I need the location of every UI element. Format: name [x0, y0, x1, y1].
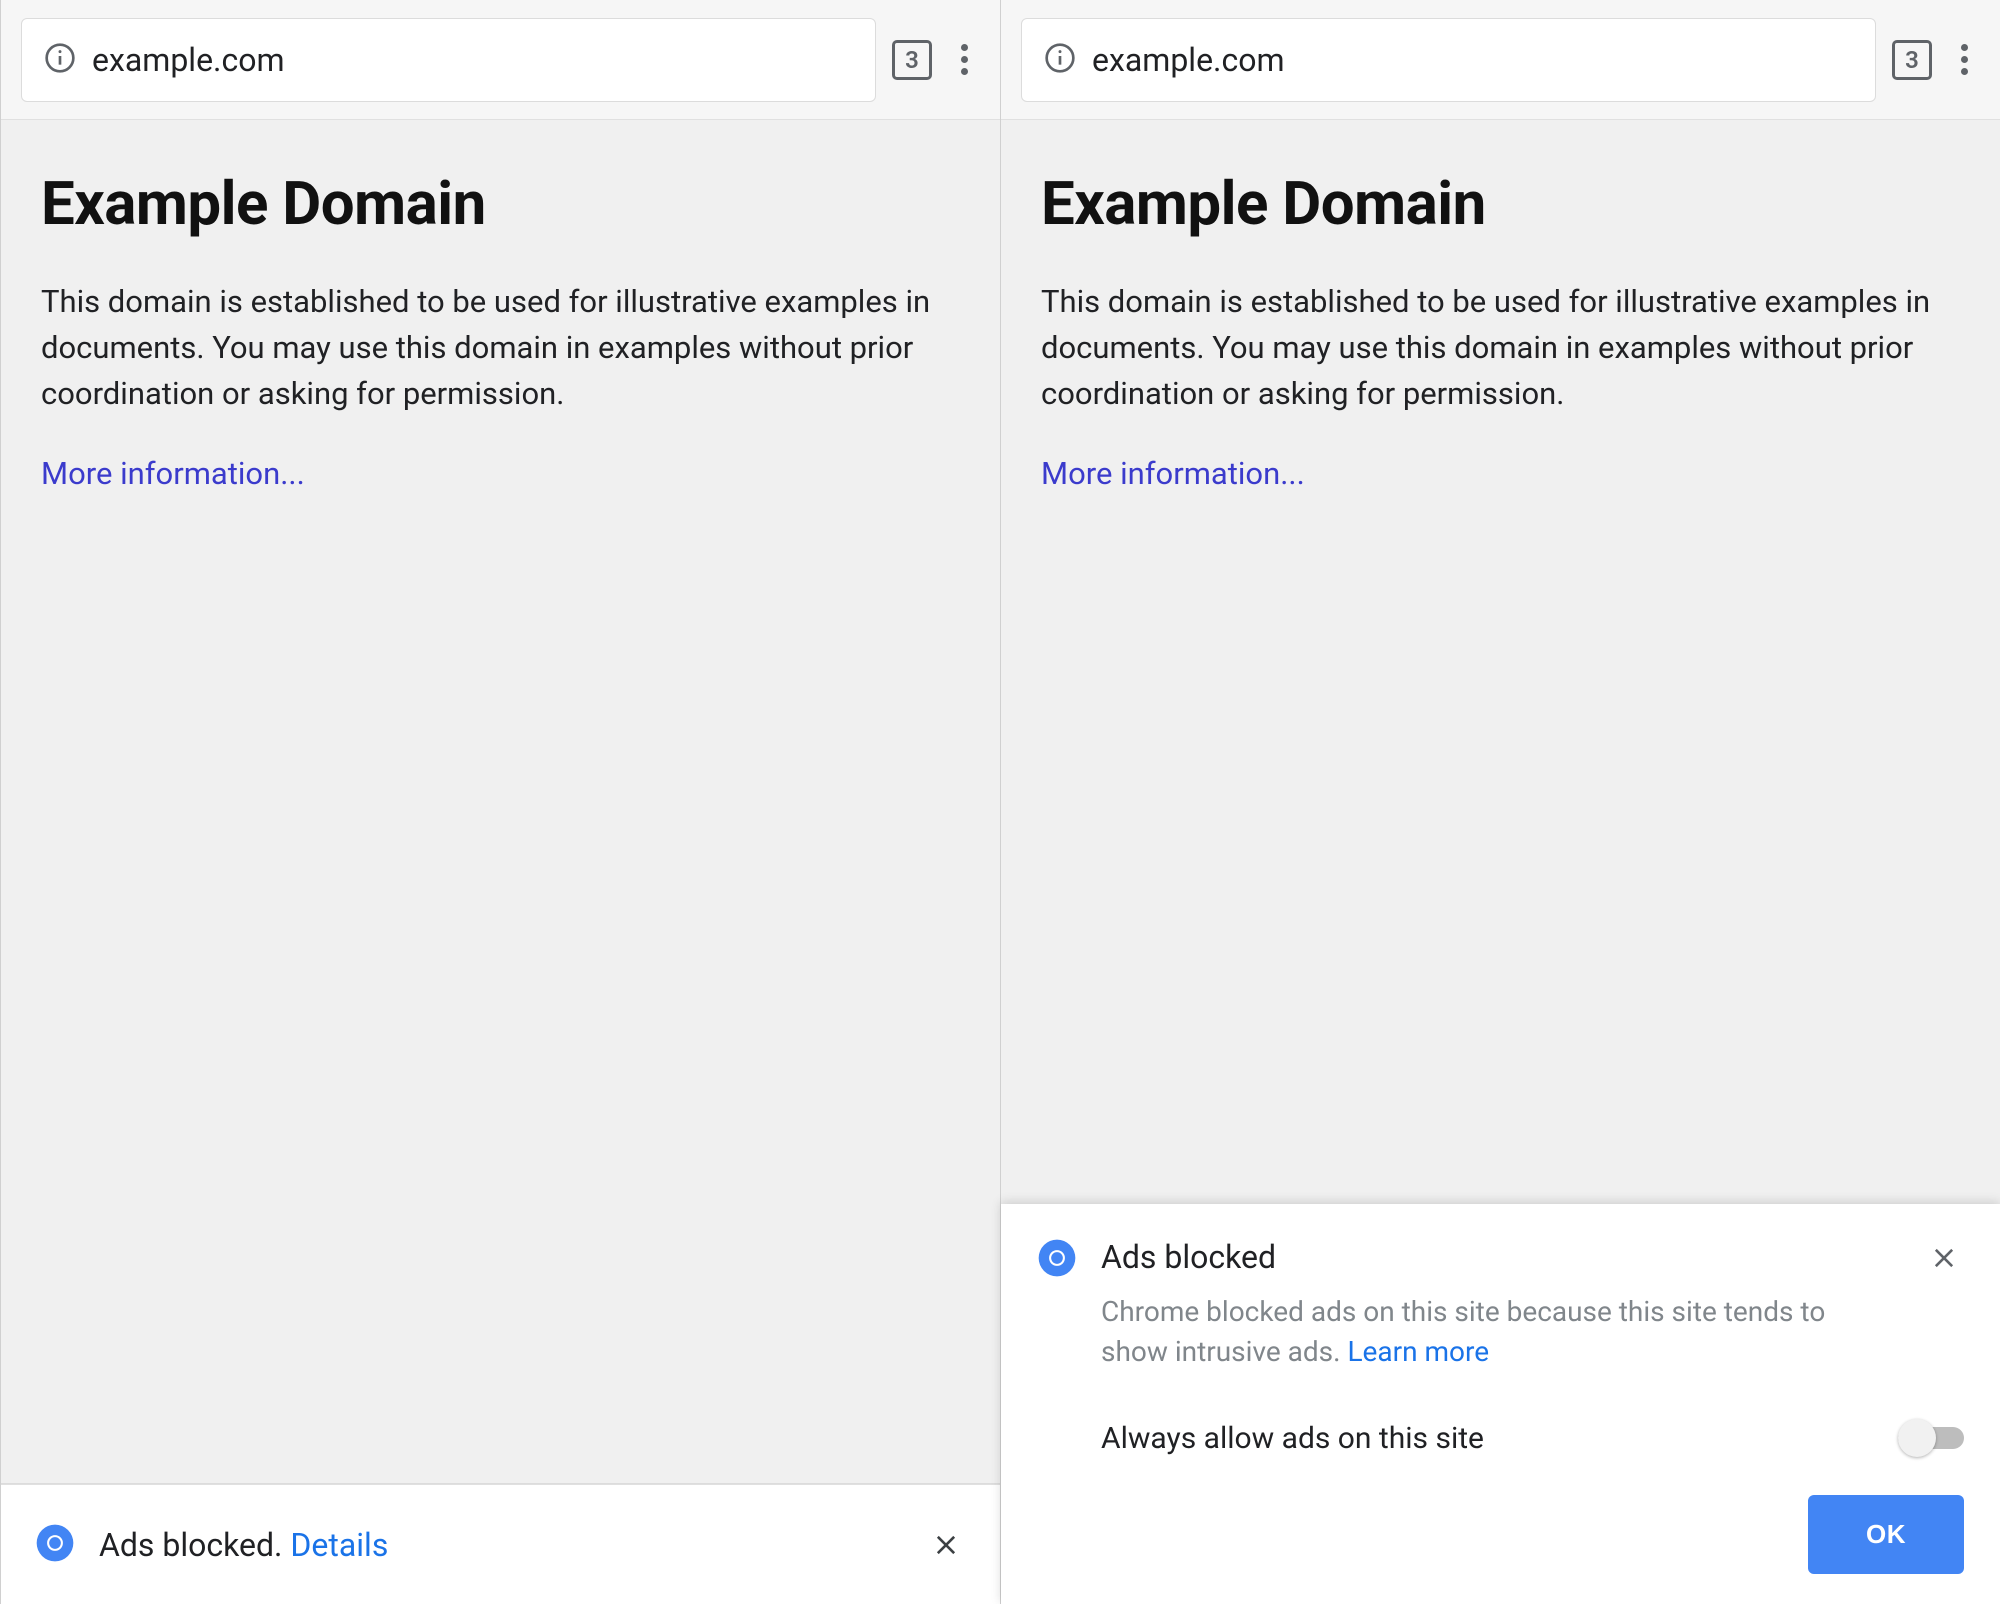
- toolbar: example.com 3: [1001, 0, 2000, 120]
- snackbar-close-button[interactable]: [926, 1525, 966, 1565]
- overflow-menu-icon[interactable]: [948, 40, 980, 80]
- tab-switcher[interactable]: 3: [1892, 40, 1932, 80]
- page-title: Example Domain: [1041, 168, 1960, 239]
- page-content: Example Domain This domain is establishe…: [1, 120, 1000, 1484]
- snackbar-details-link[interactable]: Details: [290, 1526, 388, 1564]
- url-text[interactable]: example.com: [1092, 41, 1285, 79]
- ads-blocked-card: Ads blocked Chrome blocked ads on this s…: [1001, 1204, 2000, 1604]
- site-info-icon[interactable]: [1044, 42, 1076, 78]
- page-body: This domain is established to be used fo…: [41, 279, 960, 417]
- browser-pane-left: example.com 3 Example Domain This domain…: [0, 0, 1000, 1604]
- ads-card-title: Ads blocked: [1101, 1238, 1841, 1276]
- omnibox[interactable]: example.com: [21, 18, 876, 102]
- tab-count-value: 3: [1905, 46, 1919, 74]
- allow-ads-label: Always allow ads on this site: [1101, 1421, 1898, 1456]
- ok-button[interactable]: OK: [1808, 1495, 1964, 1574]
- browser-pane-right: example.com 3 Example Domain This domain…: [1000, 0, 2000, 1604]
- omnibox[interactable]: example.com: [1021, 18, 1876, 102]
- ads-blocked-snackbar: Ads blocked. Details: [1, 1484, 1000, 1604]
- ads-card-body: Chrome blocked ads on this site because …: [1101, 1292, 1841, 1373]
- ads-card-close-button[interactable]: [1924, 1238, 1964, 1278]
- tab-count-value: 3: [905, 46, 919, 74]
- site-info-icon[interactable]: [44, 42, 76, 78]
- more-information-link[interactable]: More information...: [1041, 455, 1305, 492]
- overflow-menu-icon[interactable]: [1948, 40, 1980, 80]
- more-information-link[interactable]: More information...: [41, 455, 305, 492]
- chrome-icon: [1037, 1238, 1077, 1282]
- allow-ads-toggle[interactable]: [1898, 1419, 1964, 1457]
- learn-more-link[interactable]: Learn more: [1347, 1335, 1489, 1368]
- snackbar-message: Ads blocked.: [99, 1526, 282, 1564]
- tab-switcher[interactable]: 3: [892, 40, 932, 80]
- snackbar-text: Ads blocked. Details: [99, 1526, 902, 1564]
- page-title: Example Domain: [41, 168, 960, 239]
- page-body: This domain is established to be used fo…: [1041, 279, 1960, 417]
- chrome-icon: [35, 1523, 75, 1567]
- url-text[interactable]: example.com: [92, 41, 285, 79]
- allow-ads-row: Always allow ads on this site: [1037, 1373, 1964, 1495]
- toolbar: example.com 3: [1, 0, 1000, 120]
